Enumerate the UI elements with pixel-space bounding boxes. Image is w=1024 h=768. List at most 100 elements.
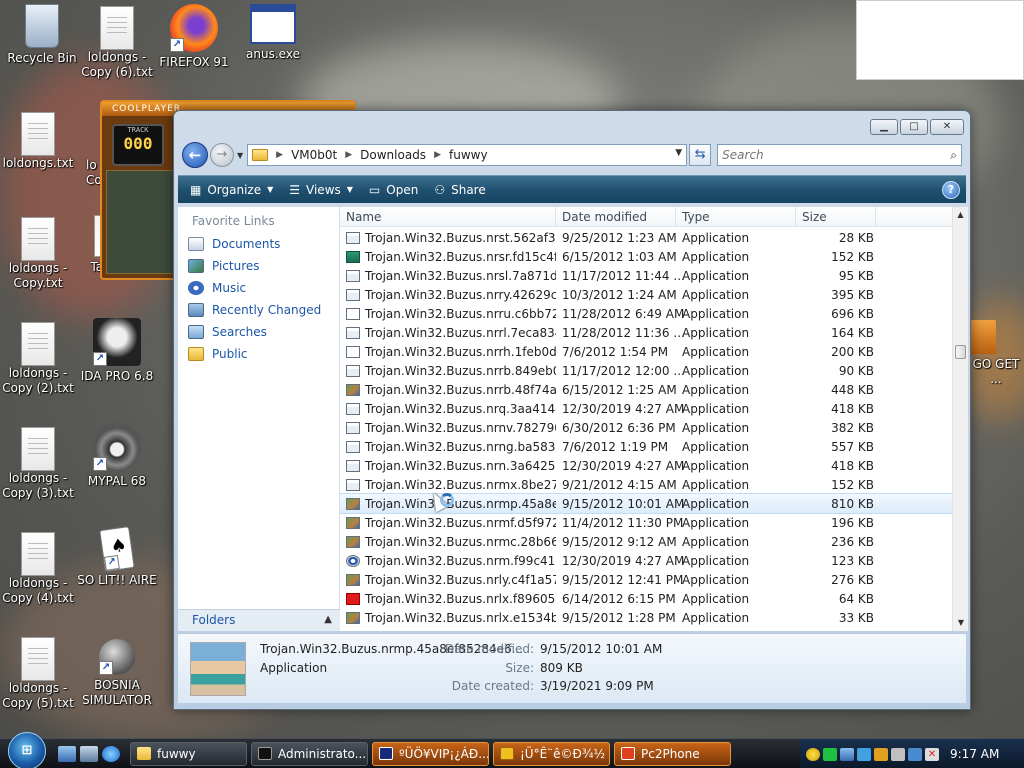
nav-link-pictures[interactable]: Pictures: [178, 255, 339, 277]
desktop-icon-mypal[interactable]: ↗ MYPAL 68: [75, 423, 159, 489]
file-row[interactable]: Trojan.Win32.Buzus.nrq.3aa414c7... 12/30/…: [340, 399, 952, 418]
back-button[interactable]: ←: [182, 142, 208, 168]
breadcrumb-fuwwy[interactable]: fuwwy: [449, 148, 488, 162]
chevron-down-icon: ▼: [346, 185, 353, 194]
chevron-right-icon[interactable]: ▶: [345, 150, 352, 160]
views-button[interactable]: ☰ Views ▼: [281, 176, 361, 203]
file-row[interactable]: Trojan.Win32.Buzus.nrmx.8be273... 9/21/20…: [340, 475, 952, 494]
minimize-button[interactable]: ▁: [870, 119, 898, 135]
desktop-icon-firefox[interactable]: ↗ FIREFOX 91: [152, 4, 236, 70]
search-field[interactable]: ⌕: [717, 144, 962, 166]
desktop-icon-loldongs-copy[interactable]: loldongs - Copy.txt: [0, 215, 80, 291]
column-header-date[interactable]: Date modified: [556, 207, 676, 226]
chevron-right-icon[interactable]: ▶: [276, 150, 283, 160]
file-row[interactable]: Trojan.Win32.Buzus.nrlx.f89605b4... 6/14/…: [340, 589, 952, 608]
recent-pages-dropdown-icon[interactable]: ▼: [237, 151, 243, 160]
task-vip[interactable]: ºÜÖ¥VIP¡¿ÁÐ...: [372, 741, 489, 766]
file-type: Application: [682, 306, 750, 321]
app-tray-icon[interactable]: [874, 747, 888, 761]
breadcrumb-downloads[interactable]: Downloads: [360, 148, 426, 162]
file-row[interactable]: Trojan.Win32.Buzus.nrru.c6bb72b... 11/28/…: [340, 304, 952, 323]
internet-explorer-icon[interactable]: [102, 745, 120, 762]
smiley-tray-icon[interactable]: [806, 747, 820, 761]
file-row[interactable]: Trojan.Win32.Buzus.nrn.3a642576... 12/30/…: [340, 456, 952, 475]
column-header-size[interactable]: Size: [796, 207, 876, 226]
file-row[interactable]: Trojan.Win32.Buzus.nrsr.fd15c4f5... 6/15/…: [340, 247, 952, 266]
desktop-icon-recycle-bin[interactable]: Recycle Bin: [0, 4, 84, 66]
column-header-type[interactable]: Type: [676, 207, 796, 226]
desktop-icon-bosnia-simulator[interactable]: ↗ BOSNIA SIMULATOR: [75, 633, 159, 708]
refresh-button[interactable]: ⇆: [689, 144, 712, 166]
vertical-scrollbar[interactable]: ▲ ▼: [952, 207, 968, 631]
file-row[interactable]: Trojan.Win32.Buzus.nrrh.1feb0d1f... 7/6/2…: [340, 342, 952, 361]
clock[interactable]: 9:17 AM: [950, 747, 999, 761]
file-row[interactable]: Trojan.Win32.Buzus.nrrb.48f74afe... 6/15/…: [340, 380, 952, 399]
file-row[interactable]: Trojan.Win32.Buzus.nrnv.7827900... 6/30/2…: [340, 418, 952, 437]
desktop-icon-loldongs-copy-6[interactable]: loldongs - Copy (6).txt: [75, 4, 159, 80]
desktop-icon-anus-exe[interactable]: anus.exe: [231, 4, 315, 62]
shield-tray-icon[interactable]: [891, 747, 905, 761]
file-row[interactable]: Trojan.Win32.Buzus.nrng.ba5837... 7/6/201…: [340, 437, 952, 456]
desktop-icon-go-get[interactable]: GO GET ...: [968, 320, 1024, 387]
file-size: 152 KB: [831, 249, 874, 264]
nav-link-documents[interactable]: Documents: [178, 233, 339, 255]
file-row[interactable]: Trojan.Win32.Buzus.nrrb.849eb0b... 11/17/…: [340, 361, 952, 380]
start-button[interactable]: ⊞: [8, 731, 46, 768]
search-icon[interactable]: ⌕: [950, 148, 957, 163]
file-row[interactable]: Trojan.Win32.Buzus.nrrl.7eca8341... 11/28…: [340, 323, 952, 342]
scroll-thumb[interactable]: [955, 345, 966, 359]
application-file-icon: [346, 516, 360, 529]
open-button[interactable]: ▭ Open: [361, 176, 426, 203]
organize-button[interactable]: ▦ Organize ▼: [182, 176, 281, 203]
forward-button[interactable]: →: [210, 143, 234, 167]
scroll-down-icon[interactable]: ▼: [953, 615, 968, 631]
file-row[interactable]: Trojan.Win32.Buzus.nrlx.e1534b67... 9/15/…: [340, 608, 952, 627]
task-chinese-app[interactable]: ¡Ü°Ê¨ê©Ð¾½: [493, 741, 610, 766]
task-administrator[interactable]: Administrato...: [251, 741, 368, 766]
desktop-icon-solitaire[interactable]: ♠ ↗ SO LIT!! AIRE: [75, 526, 159, 588]
file-row[interactable]: Trojan.Win32.Buzus.nrmf.d5f9728... 11/4/2…: [340, 513, 952, 532]
switch-windows-icon[interactable]: [80, 745, 98, 762]
file-row[interactable]: Trojan.Win32.Buzus.nrst.562af346... 9/25/…: [340, 228, 952, 247]
green-tray-icon[interactable]: [823, 747, 837, 761]
help-button[interactable]: ?: [942, 181, 960, 199]
folders-toggle[interactable]: Folders ▲: [178, 609, 340, 631]
file-row[interactable]: Trojan.Win32.Buzus.nrmc.28b666... 9/15/20…: [340, 532, 952, 551]
desktop-icon-ida-pro[interactable]: ↗ IDA PRO 6.8: [75, 318, 159, 384]
scroll-up-icon[interactable]: ▲: [953, 207, 968, 223]
nav-link-searches[interactable]: Searches: [178, 321, 339, 343]
nav-link-recently-changed[interactable]: Recently Changed: [178, 299, 339, 321]
chevron-right-icon[interactable]: ▶: [434, 150, 441, 160]
network-tray-icon[interactable]: [840, 747, 854, 761]
file-row[interactable]: Trojan.Win32.Buzus.nrry.42629ca... 10/3/2…: [340, 285, 952, 304]
maximize-button[interactable]: □: [900, 119, 928, 135]
desktop-icon-loldongs[interactable]: loldongs.txt: [0, 110, 80, 171]
address-dropdown-icon[interactable]: ▼: [675, 148, 682, 158]
address-bar[interactable]: ▶ VM0b0t ▶ Downloads ▶ fuwwy ▼: [247, 144, 688, 166]
volume-muted-icon[interactable]: ✕: [925, 747, 939, 761]
breadcrumb-vm0b0t[interactable]: VM0b0t: [291, 148, 337, 162]
monitor-tray-icon[interactable]: [908, 747, 922, 761]
desktop-icon-loldongs-copy-5[interactable]: loldongs - Copy (5).txt: [0, 635, 80, 711]
share-button[interactable]: ⚇ Share: [426, 176, 493, 203]
file-row[interactable]: Trojan.Win32.Buzus.nrly.c4f1a57d... 9/15/…: [340, 570, 952, 589]
file-size: 123 KB: [831, 553, 874, 568]
app-tray-icon[interactable]: [857, 747, 871, 761]
column-header-name[interactable]: Name: [340, 207, 556, 226]
desktop-icon-loldongs-copy-4[interactable]: loldongs - Copy (4).txt: [0, 530, 80, 606]
file-date: 7/6/2012 1:54 PM: [562, 344, 669, 359]
task-fuwwy[interactable]: fuwwy: [130, 741, 247, 766]
file-row[interactable]: Trojan.Win32.Buzus.nrsl.7a871d04... 11/17…: [340, 266, 952, 285]
explorer-window[interactable]: ▁ □ ✕ ← → ▼ ▶ VM0b0t ▶ Downloads ▶ fuwwy…: [173, 110, 971, 710]
file-name: Trojan.Win32.Buzus.nrmp.45a8ef...: [365, 496, 556, 511]
nav-link-public[interactable]: Public: [178, 343, 339, 365]
file-row[interactable]: Trojan.Win32.Buzus.nrm.f99c410a... 12/30/…: [340, 551, 952, 570]
desktop-icon-loldongs-copy-3[interactable]: loldongs - Copy (3).txt: [0, 425, 80, 501]
task-pc2phone[interactable]: Pc2Phone: [614, 741, 731, 766]
close-button[interactable]: ✕: [930, 119, 964, 135]
show-desktop-icon[interactable]: [58, 745, 76, 762]
search-input[interactable]: [722, 148, 951, 162]
desktop-icon-loldongs-copy-2[interactable]: loldongs - Copy (2).txt: [0, 320, 80, 396]
nav-link-music[interactable]: Music: [178, 277, 339, 299]
file-thumbnail: [190, 642, 246, 696]
